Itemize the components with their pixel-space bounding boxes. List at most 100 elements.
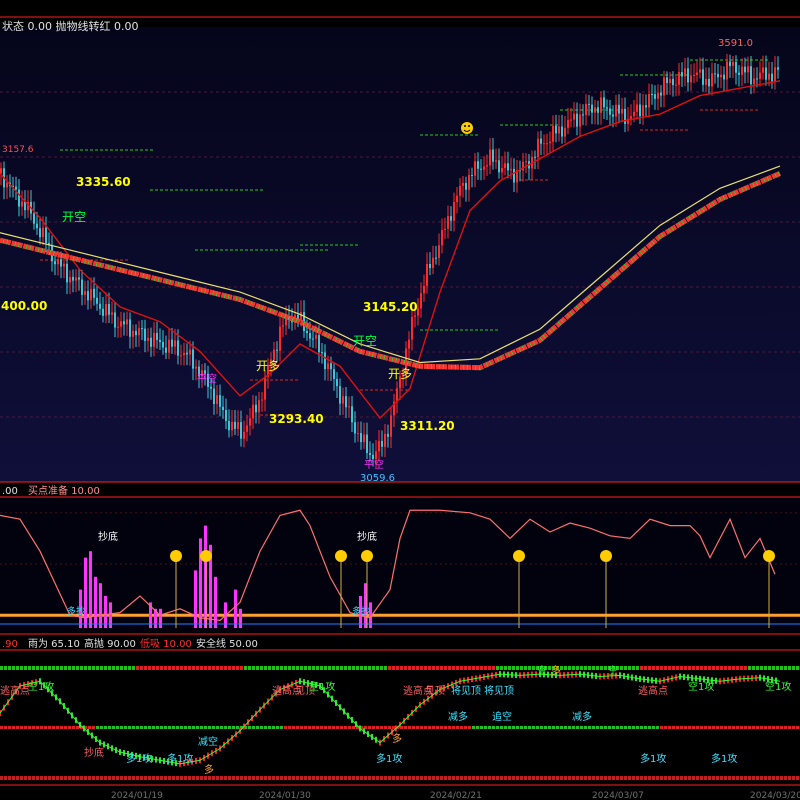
- candle-body: [102, 308, 104, 316]
- osc-header-value: .00: [2, 486, 18, 497]
- signal-strip-cell: [364, 666, 367, 670]
- signal-strip-cell: [500, 776, 503, 780]
- candle-body: [441, 229, 443, 246]
- signal-strip-cell: [24, 726, 27, 729]
- signal-strip-cell: [556, 776, 559, 780]
- bot-label-25: 空: [537, 664, 547, 677]
- signal-strip-cell: [440, 726, 443, 729]
- signal-strip-cell: [640, 776, 643, 780]
- signal-strip-cell: [460, 776, 463, 780]
- signal-strip-cell: [148, 666, 151, 670]
- bot-label-9: 将见顶: [484, 685, 514, 697]
- signal-strip-cell: [380, 666, 383, 670]
- signal-strip-cell: [576, 666, 579, 670]
- signal-strip-cell: [484, 776, 487, 780]
- signal-strip-cell: [524, 666, 527, 670]
- signal-strip-cell: [740, 776, 743, 780]
- candle-body: [762, 67, 764, 73]
- signal-strip-cell: [84, 776, 87, 780]
- signal-strip-cell: [716, 666, 719, 670]
- signal-strip-cell: [776, 776, 779, 780]
- signal-strip-cell: [484, 726, 487, 729]
- signal-strip-cell: [288, 666, 291, 670]
- signal-strip-cell: [248, 666, 251, 670]
- candle-body: [483, 166, 485, 170]
- candle-body: [384, 433, 386, 447]
- candle-body: [471, 174, 473, 176]
- signal-strip-cell: [784, 666, 787, 670]
- candle-body: [672, 78, 674, 85]
- signal-strip-cell: [756, 666, 759, 670]
- candle-body: [693, 74, 695, 76]
- signal-strip-cell: [788, 776, 791, 780]
- signal-strip-cell: [620, 666, 623, 670]
- signal-strip-cell: [236, 776, 239, 780]
- candle-body: [165, 347, 167, 353]
- candle-body: [354, 422, 356, 434]
- candle-body: [36, 223, 38, 229]
- candle-body: [645, 105, 647, 108]
- signal-strip-cell: [532, 776, 535, 780]
- signal-strip-cell: [352, 726, 355, 729]
- signal-strip-cell: [192, 666, 195, 670]
- signal-strip-cell: [76, 726, 79, 729]
- signal-strip-cell: [540, 726, 543, 729]
- signal-strip-cell: [632, 666, 635, 670]
- signal-strip-cell: [184, 726, 187, 729]
- signal-strip-cell: [264, 776, 267, 780]
- signal-strip-cell: [784, 726, 787, 729]
- signal-strip-cell: [532, 666, 535, 670]
- signal-strip-cell: [492, 666, 495, 670]
- candle-body: [501, 168, 503, 173]
- candle-body: [702, 69, 704, 85]
- signal-strip-cell: [308, 776, 311, 780]
- signal-strip-cell: [152, 666, 155, 670]
- signal-strip-cell: [564, 666, 567, 670]
- candle-body: [72, 276, 74, 281]
- signal-strip-cell: [132, 726, 135, 729]
- signal-strip-cell: [96, 726, 99, 729]
- candle-body: [129, 319, 131, 337]
- signal-strip-cell: [16, 776, 19, 780]
- signal-strip-cell: [344, 666, 347, 670]
- signal-strip-cell: [796, 666, 799, 670]
- signal-strip-cell: [760, 666, 763, 670]
- signal-strip-cell: [104, 776, 107, 780]
- signal-strip-cell: [368, 666, 371, 670]
- signal-strip-cell: [128, 776, 131, 780]
- signal-strip-cell: [768, 666, 771, 670]
- osc-hist-bar: [199, 538, 202, 628]
- signal-strip-cell: [408, 726, 411, 729]
- candle-body: [6, 182, 8, 188]
- signal-strip-cell: [216, 666, 219, 670]
- candle-body: [261, 399, 263, 401]
- candle-body: [582, 114, 584, 116]
- date-4: 2024/03/07: [592, 791, 644, 800]
- signal-strip-cell: [628, 666, 631, 670]
- signal-strip-cell: [592, 726, 595, 729]
- signal-strip-cell: [516, 776, 519, 780]
- signal-strip-cell: [552, 726, 555, 729]
- candle-body: [615, 104, 617, 117]
- bot-label-2: 空1攻: [28, 680, 54, 693]
- signal-strip-cell: [572, 726, 575, 729]
- signal-strip-cell: [472, 666, 475, 670]
- signal-strip-cell: [456, 776, 459, 780]
- signal-strip-cell: [24, 666, 27, 670]
- bot-label-12: 减多: [572, 710, 592, 723]
- label-3293: 3293.40: [269, 412, 324, 426]
- candle-body: [213, 388, 215, 405]
- candle-body: [252, 404, 254, 419]
- candle-body: [351, 406, 353, 423]
- signal-strip-cell: [456, 666, 459, 670]
- signal-strip-cell: [104, 726, 107, 729]
- signal-strip-cell: [428, 776, 431, 780]
- signal-strip-cell: [220, 776, 223, 780]
- osc-hist-bar: [94, 576, 97, 628]
- signal-strip-cell: [316, 666, 319, 670]
- signal-strip-cell: [332, 666, 335, 670]
- signal-strip-cell: [24, 776, 27, 780]
- signal-strip-cell: [320, 726, 323, 729]
- signal-strip-cell: [328, 776, 331, 780]
- candle-body: [564, 127, 566, 137]
